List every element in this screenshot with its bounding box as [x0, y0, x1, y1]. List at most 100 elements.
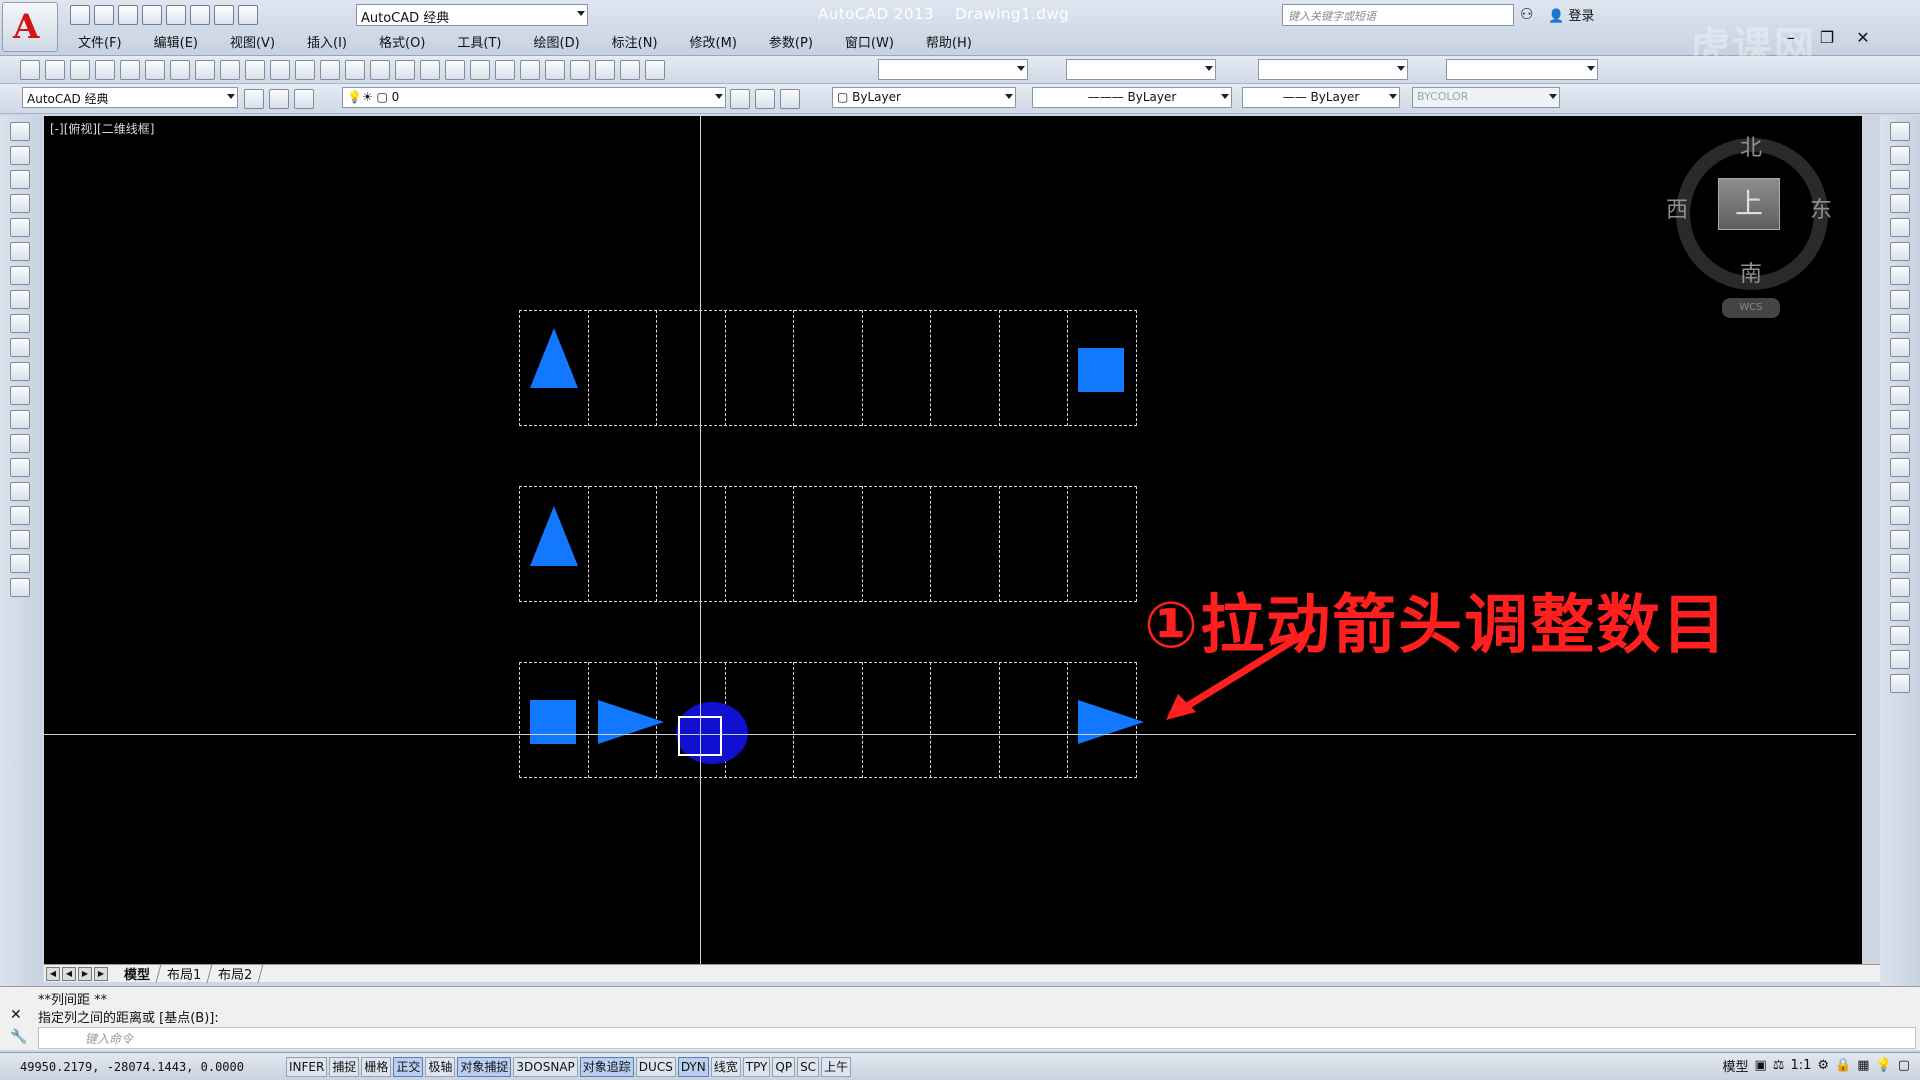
viewcube-east[interactable]: 东	[1810, 192, 1832, 224]
last-tab-icon[interactable]: ▶	[94, 966, 108, 981]
isolate-icon[interactable]: 💡	[1876, 1058, 1892, 1073]
redo-icon[interactable]	[238, 5, 258, 25]
erase-icon[interactable]	[1890, 122, 1910, 141]
layout-icon[interactable]: ▣	[1755, 1058, 1767, 1073]
mirror-icon[interactable]	[1890, 170, 1910, 189]
open-icon[interactable]	[45, 60, 65, 80]
workspace-settings-icon[interactable]	[244, 89, 264, 109]
tpy-toggle[interactable]: TPY	[742, 1056, 771, 1077]
lineweight-toggle[interactable]: 线宽	[710, 1056, 741, 1077]
construction-line-icon[interactable]	[10, 146, 30, 165]
scale-icon[interactable]	[1890, 290, 1910, 309]
triangle-shape[interactable]	[530, 506, 578, 566]
blend-icon[interactable]	[1890, 506, 1910, 525]
preview-icon[interactable]	[120, 60, 140, 80]
block-editor-icon[interactable]	[295, 60, 315, 80]
lineweight-select[interactable]: —— ByLayer	[1242, 87, 1400, 108]
table-icon[interactable]	[10, 530, 30, 549]
arrow-grip-shape[interactable]	[598, 700, 664, 744]
polyline-icon[interactable]	[10, 170, 30, 189]
rectangle-icon[interactable]	[10, 218, 30, 237]
menu-window[interactable]: 窗口(W)	[827, 30, 908, 52]
3dprint-icon[interactable]	[170, 60, 190, 80]
restore-button[interactable]: ❐	[1810, 26, 1844, 52]
revision-cloud-icon[interactable]	[10, 290, 30, 309]
mtext-icon[interactable]	[10, 554, 30, 573]
dyn-toggle[interactable]: DYN	[677, 1056, 709, 1077]
drawing-canvas[interactable]: [-][俯视][二维线框] ①拉动箭头调整数目	[44, 116, 1862, 964]
multileader-style-select[interactable]	[1446, 59, 1598, 80]
viewcube-top-face[interactable]: 上	[1718, 178, 1780, 230]
open-file-icon[interactable]	[94, 5, 114, 25]
ellipse-icon[interactable]	[10, 338, 30, 357]
otrack-toggle[interactable]: 对象追踪	[579, 1056, 634, 1077]
extend-icon[interactable]	[1890, 362, 1910, 381]
menu-dimension[interactable]: 标注(N)	[594, 30, 672, 52]
layer-select[interactable]: 💡☀ ▢ 0	[342, 87, 726, 108]
paste-icon[interactable]	[245, 60, 265, 80]
chamfer-icon[interactable]	[1890, 458, 1910, 477]
polygon-icon[interactable]	[10, 194, 30, 213]
undo-icon[interactable]	[320, 60, 340, 80]
copy-icon[interactable]	[1890, 146, 1910, 165]
break-icon[interactable]	[1890, 410, 1910, 429]
clean-screen-icon[interactable]: ▢	[1898, 1058, 1910, 1073]
text-front-icon[interactable]	[1890, 626, 1910, 645]
make-current-icon[interactable]	[730, 89, 750, 109]
redo-icon[interactable]	[345, 60, 365, 80]
region-icon[interactable]	[10, 506, 30, 525]
minimize-button[interactable]: –	[1774, 26, 1808, 52]
hatch-back-icon[interactable]	[1890, 674, 1910, 693]
properties-icon[interactable]	[470, 60, 490, 80]
sc-toggle[interactable]: SC	[797, 1056, 820, 1077]
polar-toggle[interactable]: 极轴	[425, 1056, 456, 1077]
point-icon[interactable]	[10, 434, 30, 453]
wrench-icon[interactable]: 🔧	[10, 1029, 27, 1045]
login-button[interactable]: 👤 登录	[1548, 5, 1594, 24]
menu-parameter[interactable]: 参数(P)	[751, 30, 827, 52]
text-style-select[interactable]	[878, 59, 1028, 80]
add-selected-icon[interactable]	[10, 578, 30, 597]
menu-tools[interactable]: 工具(T)	[439, 30, 515, 52]
linetype-select[interactable]: ——— ByLayer	[1032, 87, 1232, 108]
break-at-point-icon[interactable]	[1890, 386, 1910, 405]
square-shape[interactable]	[530, 700, 576, 744]
sheet-set-icon[interactable]	[545, 60, 565, 80]
annotation-scale-icon[interactable]: ⚖	[1773, 1058, 1785, 1073]
osnap-toggle[interactable]: 对象捕捉	[457, 1056, 512, 1077]
tab-layout1[interactable]: 布局1	[156, 964, 213, 983]
table-style-select[interactable]	[1258, 59, 1408, 80]
print-icon[interactable]	[190, 5, 210, 25]
viewcube-west[interactable]: 西	[1666, 192, 1688, 224]
workspace-select-2[interactable]: AutoCAD 经典	[22, 87, 238, 108]
command-input[interactable]: 键入命令	[38, 1027, 1916, 1049]
triangle-shape[interactable]	[530, 328, 578, 388]
prev-tab-icon[interactable]: ◀	[62, 966, 76, 981]
markup-icon[interactable]	[570, 60, 590, 80]
square-shape[interactable]	[1078, 348, 1124, 392]
plot-icon[interactable]	[95, 60, 115, 80]
annotation-scale-value[interactable]: 1:1	[1790, 1058, 1811, 1073]
rotate-icon[interactable]	[1890, 266, 1910, 285]
draworder-icon[interactable]	[1890, 554, 1910, 573]
menu-draw[interactable]: 绘图(D)	[516, 30, 594, 52]
pan-icon[interactable]	[370, 60, 390, 80]
bring-front-icon[interactable]	[1890, 578, 1910, 597]
array-icon[interactable]	[1890, 218, 1910, 237]
menu-insert[interactable]: 插入(I)	[289, 30, 361, 52]
grid-toggle[interactable]: 栅格	[361, 1056, 392, 1077]
save-as-icon[interactable]	[142, 5, 162, 25]
zoom-previous-icon[interactable]	[445, 60, 465, 80]
model-space-button[interactable]: 模型	[1722, 1056, 1748, 1075]
binoculars-icon[interactable]: ⚇	[1520, 5, 1533, 23]
close-icon[interactable]: ✕	[10, 1007, 22, 1023]
menu-format[interactable]: 格式(O)	[361, 30, 439, 52]
tool-palettes-icon[interactable]	[520, 60, 540, 80]
explode-icon[interactable]	[1890, 530, 1910, 549]
column-count-arrow-grip[interactable]	[1078, 700, 1144, 744]
hatch-icon[interactable]	[10, 458, 30, 477]
ortho-toggle[interactable]: 正交	[393, 1056, 424, 1077]
trim-icon[interactable]	[1890, 338, 1910, 357]
hardware-accel-icon[interactable]: ▦	[1857, 1058, 1869, 1073]
send-back-icon[interactable]	[1890, 602, 1910, 621]
